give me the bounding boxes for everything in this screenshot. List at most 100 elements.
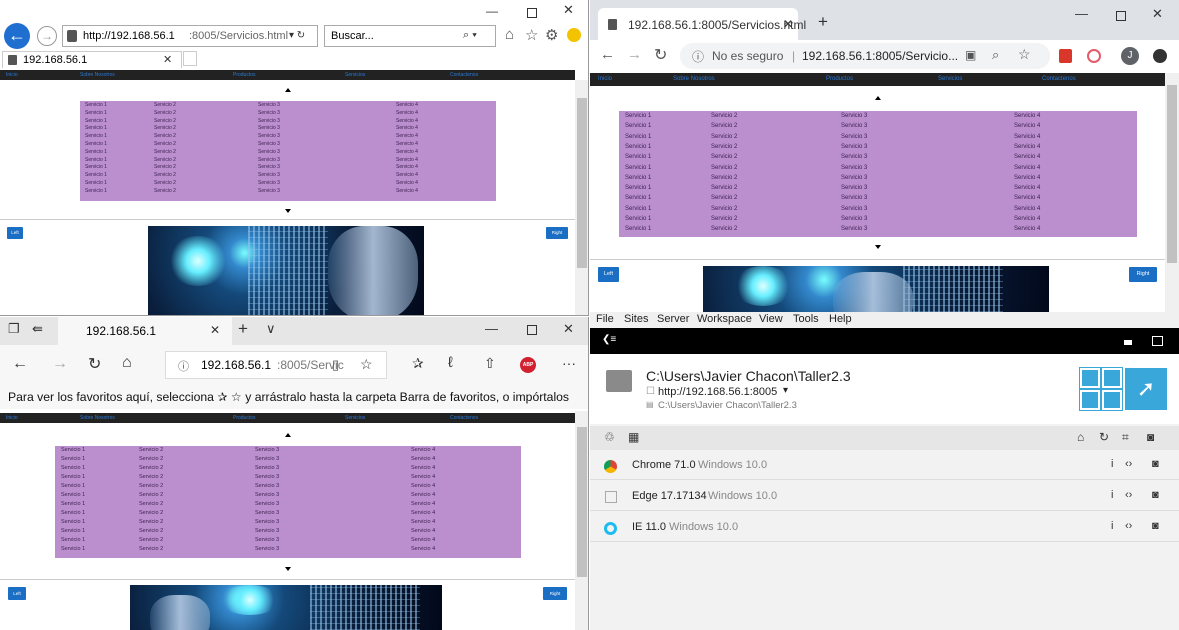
chrome-scroll-up-arrow-icon[interactable] [875,96,881,100]
ie-home-icon[interactable]: ⌂ [505,26,514,43]
chrome-extension-icon[interactable] [1087,49,1101,63]
ie-address-bar[interactable]: http://192.168.56.1 :8005/Servicios.html… [62,25,318,47]
bs-qr-button[interactable] [1101,389,1123,411]
bs-menu-file[interactable]: File [596,313,614,325]
ie-tab[interactable]: 192.168.56.1 ✕ [2,51,182,68]
edge-left-button[interactable]: Left [8,587,26,600]
chrome-info-icon[interactable]: ⓘ [692,48,704,65]
edge-scrollbar[interactable] [575,411,588,630]
bs-home-icon[interactable]: ⌂ [1077,430,1084,444]
chrome-bookmark-icon[interactable]: ☆ [1018,46,1031,63]
bs-refresh-icon[interactable]: ↻ [1099,430,1109,444]
bs-sync-icon[interactable]: ♲ [604,430,615,444]
edge-forward-icon[interactable]: → [52,355,68,373]
edge-address-bar[interactable]: ⓘ 192.168.56.1 :8005/Servic ▯ ☆ [165,351,387,379]
bs-device-row-ie[interactable]: IE 11.0 Windows 10.0 i ‹› ◙ [590,514,1179,542]
chrome-nav-contactenos[interactable]: Contactenos [1042,73,1076,86]
bs-menu-server[interactable]: Server [657,313,689,325]
ie-new-tab-icon[interactable] [183,51,197,66]
edge-right-button[interactable]: Right [543,587,567,600]
chrome-scrollbar[interactable] [1165,73,1179,312]
edge-tab[interactable]: 192.168.56.1 ✕ [58,317,232,345]
bs-device-camera-icon[interactable]: ◙ [1152,489,1159,501]
chrome-back-icon[interactable]: ← [600,46,615,63]
bs-maximize-icon[interactable] [1152,336,1163,346]
edge-info-icon[interactable]: ⓘ [178,358,189,374]
bs-device-info-icon[interactable]: i [1111,489,1113,501]
ie-dropdown-icon[interactable]: ▾ ↻ [289,30,305,41]
ie-scrollbar-thumb[interactable] [577,98,587,268]
chrome-new-tab-icon[interactable]: + [818,12,828,32]
edge-reading-view-icon[interactable]: ▯ [332,357,339,373]
chrome-nav-servicios[interactable]: Servicios [938,73,962,86]
edge-maximize-icon[interactable] [527,325,537,335]
bs-device-code-icon[interactable]: ‹› [1125,489,1132,501]
ie-tab-close-icon[interactable]: ✕ [163,53,172,66]
ie-search-box[interactable]: Buscar... ⌕ ▾ [324,25,496,47]
chrome-minimize-icon[interactable]: — [1075,6,1088,21]
edge-nav-servicios[interactable]: Servicios [345,413,365,423]
ie-back-icon[interactable]: ← [4,23,30,49]
chrome-forward-icon[interactable]: → [627,46,642,63]
bs-grid-icon[interactable]: ▦ [628,430,639,444]
chrome-reload-icon[interactable]: ↻ [654,45,667,65]
bs-menu-sites[interactable]: Sites [624,313,648,325]
chrome-left-button[interactable]: Left [598,267,619,282]
bs-device-info-icon[interactable]: i [1111,520,1113,532]
chrome-scrollbar-thumb[interactable] [1167,85,1177,263]
bs-server-url[interactable]: http://192.168.56.1:8005 [658,386,777,398]
bs-server-dropdown-icon[interactable]: ▾ [783,385,788,396]
chrome-nav-inicio[interactable]: Inicio [598,73,612,86]
edge-refresh-icon[interactable]: ↻ [88,354,101,374]
edge-nav-sobre[interactable]: Sobre Nosotros [80,413,115,423]
bs-device-row-edge[interactable]: Edge 17.17134 Windows 10.0 i ‹› ◙ [590,483,1179,511]
chrome-tab[interactable]: 192.168.56.1:8005/Servicios.html ✕ [598,8,806,40]
edge-favorite-star-icon[interactable]: ☆ [360,356,373,373]
ie-scroll-down-arrow-icon[interactable] [285,209,291,213]
edge-minimize-icon[interactable]: — [485,321,498,336]
ie-left-button[interactable]: Left [7,227,23,239]
edge-favorites-hub-icon[interactable]: ✰ [412,355,424,372]
ie-nav-sobre[interactable]: Sobre Nosotros [80,70,115,80]
ie-search-icon[interactable]: ⌕ ▾ [463,29,477,42]
bs-menu-view[interactable]: View [759,313,783,325]
ie-maximize-icon[interactable] [527,8,537,18]
bs-device-camera-icon[interactable]: ◙ [1152,458,1159,470]
bs-collapse-icon[interactable]: ❮≡ [602,334,616,345]
bs-device-code-icon[interactable]: ‹› [1125,458,1132,470]
bs-device-row-chrome[interactable]: Chrome 71.0 Windows 10.0 i ‹› ◙ [590,452,1179,480]
edge-tab-close-icon[interactable]: ✕ [210,323,220,337]
ie-nav-inicio[interactable]: Inicio [6,70,18,80]
chrome-translate-icon[interactable]: ▣ [965,48,976,62]
edge-close-icon[interactable]: ✕ [563,321,574,337]
edge-scroll-down-arrow-icon[interactable] [285,567,291,571]
ie-nav-contactenos[interactable]: Contactenos [450,70,478,80]
edge-nav-productos[interactable]: Productos [233,413,256,423]
chrome-right-button[interactable]: Right [1129,267,1157,282]
bs-inspect-icon[interactable]: ⌗ [1122,430,1129,445]
chrome-pdf-icon[interactable] [1059,49,1072,63]
bs-screenshot-icon[interactable]: ◙ [1147,430,1154,444]
edge-scrollbar-thumb[interactable] [577,427,587,577]
chrome-nav-sobre[interactable]: Sobre Nosotros [673,73,715,86]
bs-menu-tools[interactable]: Tools [793,313,819,325]
edge-nav-contactenos[interactable]: Contactenos [450,413,478,423]
ie-forward-icon[interactable]: → [37,26,57,46]
ie-right-button[interactable]: Right [546,227,568,239]
bs-device-code-icon[interactable]: ‹› [1125,520,1132,532]
ie-settings-icon[interactable]: ⚙ [545,26,558,44]
chrome-zoom-icon[interactable]: ⌕ [992,47,999,63]
edge-nav-inicio[interactable]: Inicio [6,413,18,423]
ie-nav-productos[interactable]: Productos [233,70,256,80]
edge-tab-list-icon[interactable]: ∨ [266,321,276,337]
ie-scrollbar[interactable] [575,80,588,315]
bs-window-button[interactable] [1079,389,1101,411]
ie-close-icon[interactable]: ✕ [563,2,574,18]
edge-scroll-up-arrow-icon[interactable] [285,433,291,437]
ie-favorites-icon[interactable]: ☆ [525,26,538,44]
ie-smiley-icon[interactable] [567,28,581,42]
edge-pen-icon[interactable]: ℓ [448,354,453,371]
bs-menu-help[interactable]: Help [829,313,852,325]
edge-home-icon[interactable]: ⌂ [122,354,132,372]
ie-minimize-icon[interactable]: — [486,4,498,18]
